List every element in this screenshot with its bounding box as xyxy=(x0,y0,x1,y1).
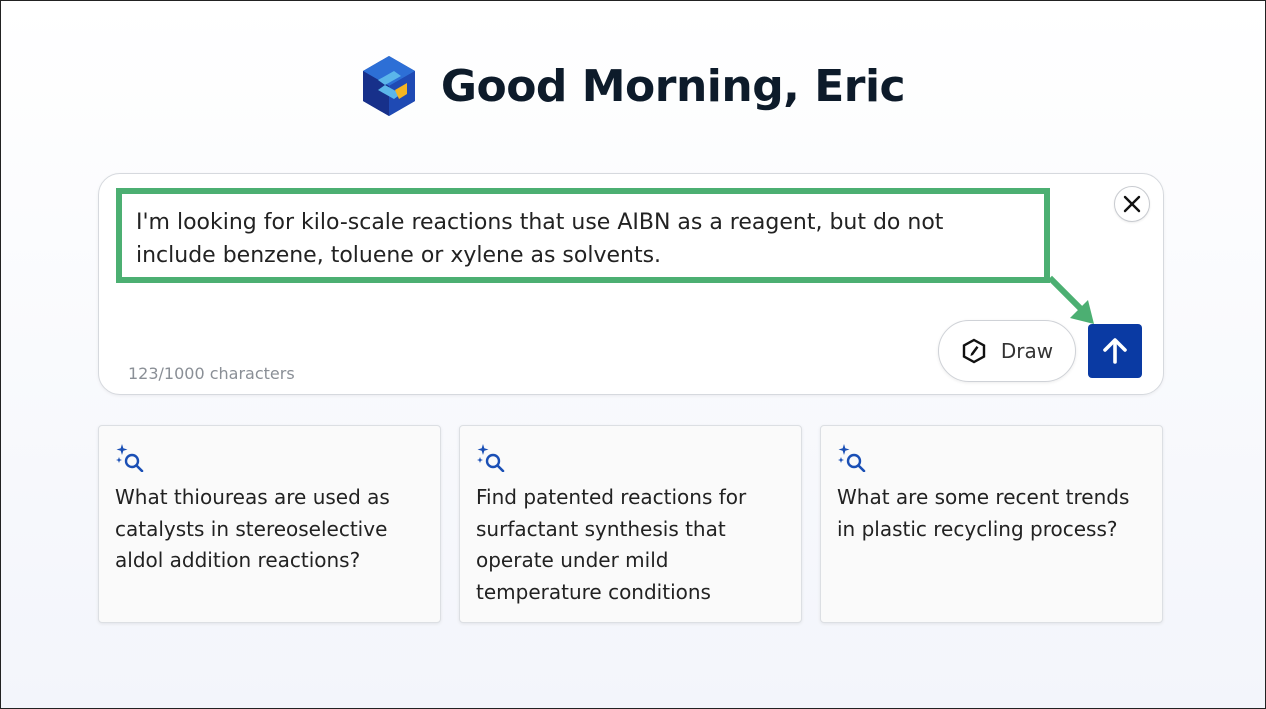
sparkle-search-icon xyxy=(838,444,866,472)
draw-hexagon-icon xyxy=(962,338,986,364)
suggestion-card[interactable]: Find patented reactions for surfactant s… xyxy=(459,425,802,623)
sparkle-search-icon xyxy=(116,444,144,472)
suggestion-text: What thioureas are used as catalysts in … xyxy=(115,485,390,572)
character-counter: 123/1000 characters xyxy=(128,364,295,383)
suggestion-text: Find patented reactions for surfactant s… xyxy=(476,485,747,604)
greeting-header: Good Morning, Eric xyxy=(0,54,1266,118)
draw-button-label: Draw xyxy=(1000,339,1054,363)
arrow-up-icon xyxy=(1103,338,1127,364)
greeting-title: Good Morning, Eric xyxy=(440,60,906,112)
suggestion-card[interactable]: What are some recent trends in plastic r… xyxy=(820,425,1163,623)
app-logo-icon xyxy=(362,56,415,116)
suggestion-card[interactable]: What thioureas are used as catalysts in … xyxy=(98,425,441,623)
prompt-input[interactable]: I'm looking for kilo-scale reactions tha… xyxy=(116,188,1050,283)
suggestion-text: What are some recent trends in plastic r… xyxy=(837,485,1130,541)
draw-button[interactable]: Draw xyxy=(938,320,1076,382)
sparkle-search-icon xyxy=(477,444,505,472)
send-button[interactable] xyxy=(1088,324,1142,378)
clear-button[interactable] xyxy=(1114,186,1150,222)
close-icon xyxy=(1123,195,1141,213)
